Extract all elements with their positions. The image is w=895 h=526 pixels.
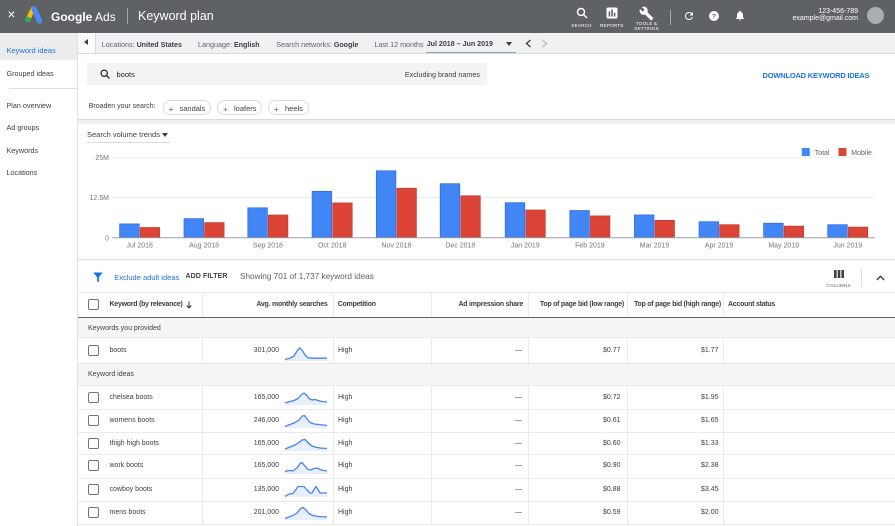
svg-text:Apr 2019: Apr 2019 <box>705 242 734 249</box>
svg-text:Mobile: Mobile <box>851 149 872 156</box>
svg-text:25M: 25M <box>95 155 109 162</box>
svg-text:Jul 2018: Jul 2018 <box>126 242 153 249</box>
svg-text:May 2019: May 2019 <box>768 242 799 249</box>
svg-text:Sep 2018: Sep 2018 <box>253 242 283 249</box>
svg-text:Aug 2018: Aug 2018 <box>189 242 219 249</box>
svg-text:Dec 2018: Dec 2018 <box>445 242 475 249</box>
svg-text:Feb 2019: Feb 2019 <box>575 242 605 249</box>
svg-text:Jun 2019: Jun 2019 <box>833 242 862 249</box>
svg-text:Oct 2018: Oct 2018 <box>318 242 347 249</box>
svg-text:Mar 2019: Mar 2019 <box>640 242 670 249</box>
svg-text:Jan 2019: Jan 2019 <box>511 242 540 249</box>
svg-text:Nov 2018: Nov 2018 <box>381 242 411 249</box>
svg-text:12.5M: 12.5M <box>90 195 110 202</box>
svg-text:?: ? <box>712 13 716 20</box>
svg-text:Total: Total <box>815 149 830 156</box>
svg-text:0: 0 <box>105 235 109 242</box>
